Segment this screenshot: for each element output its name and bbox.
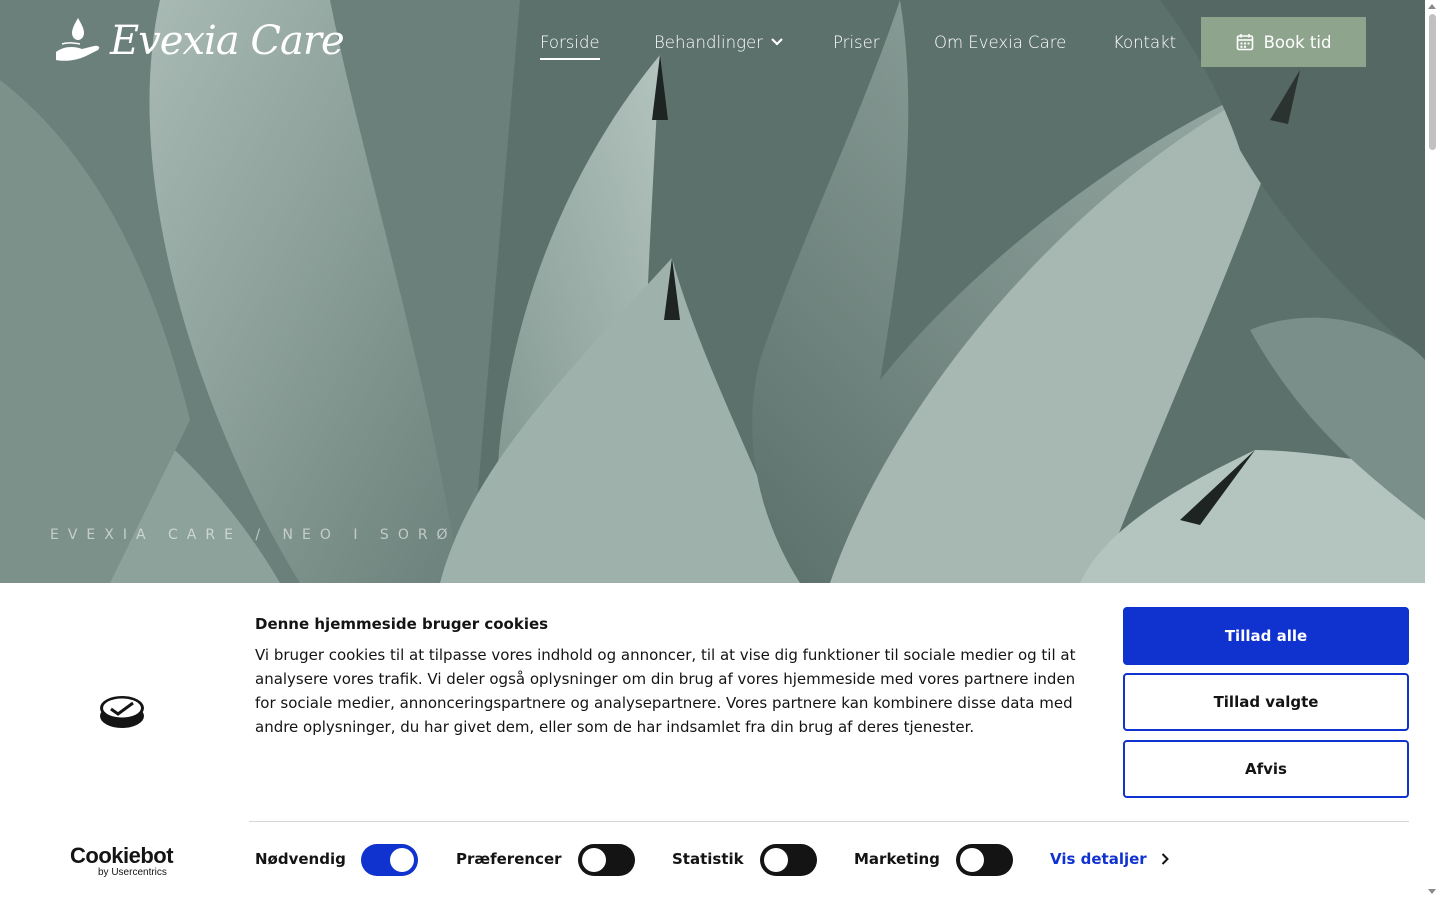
cookie-banner-text: Vi bruger cookies til at tilpasse vores … <box>255 646 1076 736</box>
logo-text: Evexia Care <box>110 18 345 64</box>
cookiebot-logo-sub: by Usercentrics <box>98 867 167 878</box>
allow-all-button[interactable]: Tillad alle <box>1123 607 1409 665</box>
toggle-knob <box>390 848 414 872</box>
toggle-label-statistics: Statistik <box>672 850 744 868</box>
divider <box>249 821 1409 822</box>
show-details-label: Vis detaljer <box>1050 850 1147 868</box>
nav-item-kontakt[interactable]: Kontakt <box>1113 30 1176 54</box>
allow-selected-button[interactable]: Tillad valgte <box>1123 673 1409 731</box>
toggle-label-preferences: Præferencer <box>456 850 562 868</box>
cookie-consent-icon <box>100 696 144 728</box>
scroll-down-arrow-icon[interactable] <box>1428 889 1436 894</box>
cookie-banner-title: Denne hjemmeside bruger cookies <box>255 615 549 633</box>
nav-label: Om Evexia Care <box>934 32 1067 52</box>
scroll-up-arrow-icon[interactable] <box>1428 4 1436 9</box>
nav-item-priser[interactable]: Priser <box>833 30 880 54</box>
nav-label: Kontakt <box>1113 32 1177 52</box>
calendar-icon <box>1236 34 1253 51</box>
toggle-knob <box>960 848 984 872</box>
site-logo[interactable]: Evexia Care <box>52 16 345 66</box>
hero-section <box>0 0 1425 583</box>
cookiebot-logo-name: Cookiebot <box>70 843 174 868</box>
toggle-preferences[interactable] <box>578 844 635 876</box>
reject-button[interactable]: Afvis <box>1123 740 1409 798</box>
logo-hand-drop-icon <box>56 18 100 61</box>
toggle-knob <box>764 848 788 872</box>
nav-item-behandlinger[interactable]: Behandlinger <box>654 30 783 54</box>
chevron-down-icon <box>771 38 783 46</box>
book-tid-button[interactable]: Book tid <box>1201 17 1366 67</box>
show-details-link[interactable]: Vis detaljer <box>1050 850 1169 868</box>
cookiebot-logo[interactable]: Cookiebot by Usercentrics <box>70 843 174 879</box>
nav-item-om-evexia-care[interactable]: Om Evexia Care <box>934 30 1066 54</box>
toggle-label-necessary: Nødvendig <box>255 850 346 868</box>
toggle-necessary[interactable] <box>361 844 418 876</box>
agave-leaves-image <box>0 0 1425 583</box>
toggle-label-marketing: Marketing <box>854 850 940 868</box>
chevron-right-icon <box>1161 853 1169 865</box>
scroll-thumb[interactable] <box>1429 14 1436 150</box>
nav-label: Priser <box>833 32 880 52</box>
nav-label: Behandlinger <box>654 32 763 52</box>
hero-tagline: EVEXIA CARE / NEO I SORØ <box>50 527 457 543</box>
toggle-knob <box>582 848 606 872</box>
nav-item-forside[interactable]: Forside <box>540 30 600 60</box>
book-tid-label: Book tid <box>1263 32 1332 52</box>
toggle-statistics[interactable] <box>760 844 817 876</box>
page-scrollbar[interactable] <box>1425 0 1440 900</box>
toggle-marketing[interactable] <box>956 844 1013 876</box>
nav-label: Forside <box>540 32 600 52</box>
cookie-consent-banner: Cookiebot by Usercentrics Denne hjemmesi… <box>0 583 1425 900</box>
